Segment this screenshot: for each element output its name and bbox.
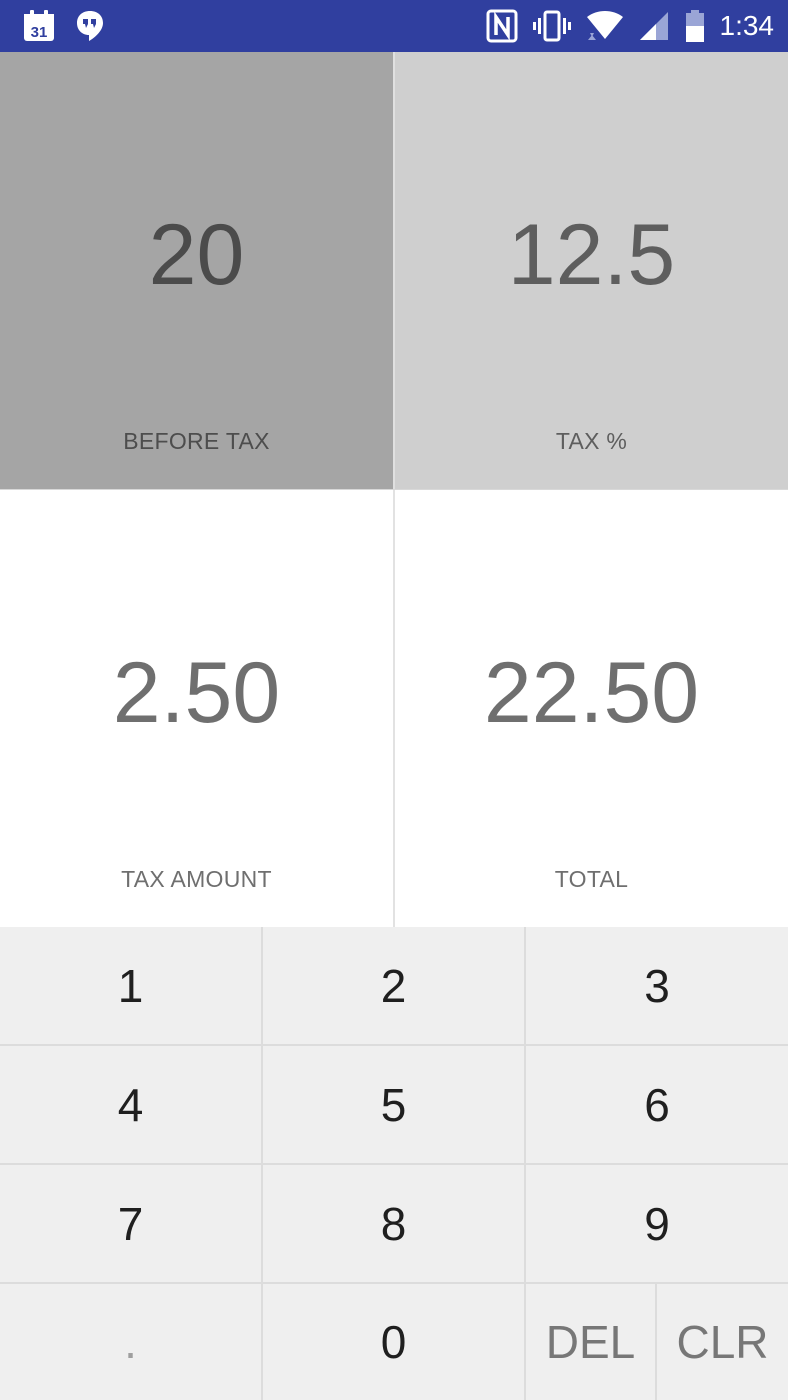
tax-amount-cell[interactable]: 2.50 TAX AMOUNT: [0, 490, 393, 927]
tax-amount-value: 2.50: [112, 645, 281, 741]
bottom-divider: [393, 490, 395, 927]
clear-button[interactable]: CLR: [657, 1284, 788, 1400]
before-tax-value: 20: [148, 207, 245, 303]
status-time: 1:34: [719, 10, 775, 41]
key-6[interactable]: 6: [526, 1046, 788, 1165]
battery-icon: [684, 9, 706, 43]
total-label: TOTAL: [554, 866, 629, 892]
signal-icon: [638, 9, 670, 43]
key-0[interactable]: 0: [263, 1284, 526, 1400]
key-8[interactable]: 8: [263, 1165, 526, 1284]
key-4[interactable]: 4: [0, 1046, 263, 1165]
status-left-icons: 31: [22, 8, 104, 44]
wifi-icon: [586, 9, 624, 43]
key-9[interactable]: 9: [526, 1165, 788, 1284]
before-tax-cell[interactable]: 20 BEFORE TAX: [0, 52, 393, 489]
tax-percent-label: TAX %: [555, 428, 628, 454]
delete-button[interactable]: DEL: [526, 1284, 657, 1400]
tax-percent-cell[interactable]: 12.5 TAX %: [395, 52, 788, 489]
top-divider: [393, 52, 395, 489]
total-cell[interactable]: 22.50 TOTAL: [395, 490, 788, 927]
tax-percent-value: 12.5: [507, 207, 676, 303]
calendar-icon: 31: [22, 9, 56, 43]
key-2[interactable]: 2: [263, 927, 526, 1046]
tax-amount-label: TAX AMOUNT: [121, 866, 272, 892]
nfc-icon: [486, 9, 518, 43]
key-3[interactable]: 3: [526, 927, 788, 1046]
svg-text:31: 31: [31, 24, 48, 41]
hangouts-icon: [76, 9, 104, 43]
keypad: 1 2 3 4 5 6 7 8 9 . 0 DEL CLR: [0, 927, 788, 1400]
vibrate-icon: [532, 9, 572, 43]
key-decimal[interactable]: .: [0, 1284, 263, 1400]
before-tax-label: BEFORE TAX: [123, 428, 270, 454]
status-right-icons: 1:34: [486, 8, 775, 44]
status-bar: 31 1:34: [0, 0, 788, 52]
key-5[interactable]: 5: [263, 1046, 526, 1165]
key-7[interactable]: 7: [0, 1165, 263, 1284]
key-1[interactable]: 1: [0, 927, 263, 1046]
total-value: 22.50: [483, 645, 700, 741]
